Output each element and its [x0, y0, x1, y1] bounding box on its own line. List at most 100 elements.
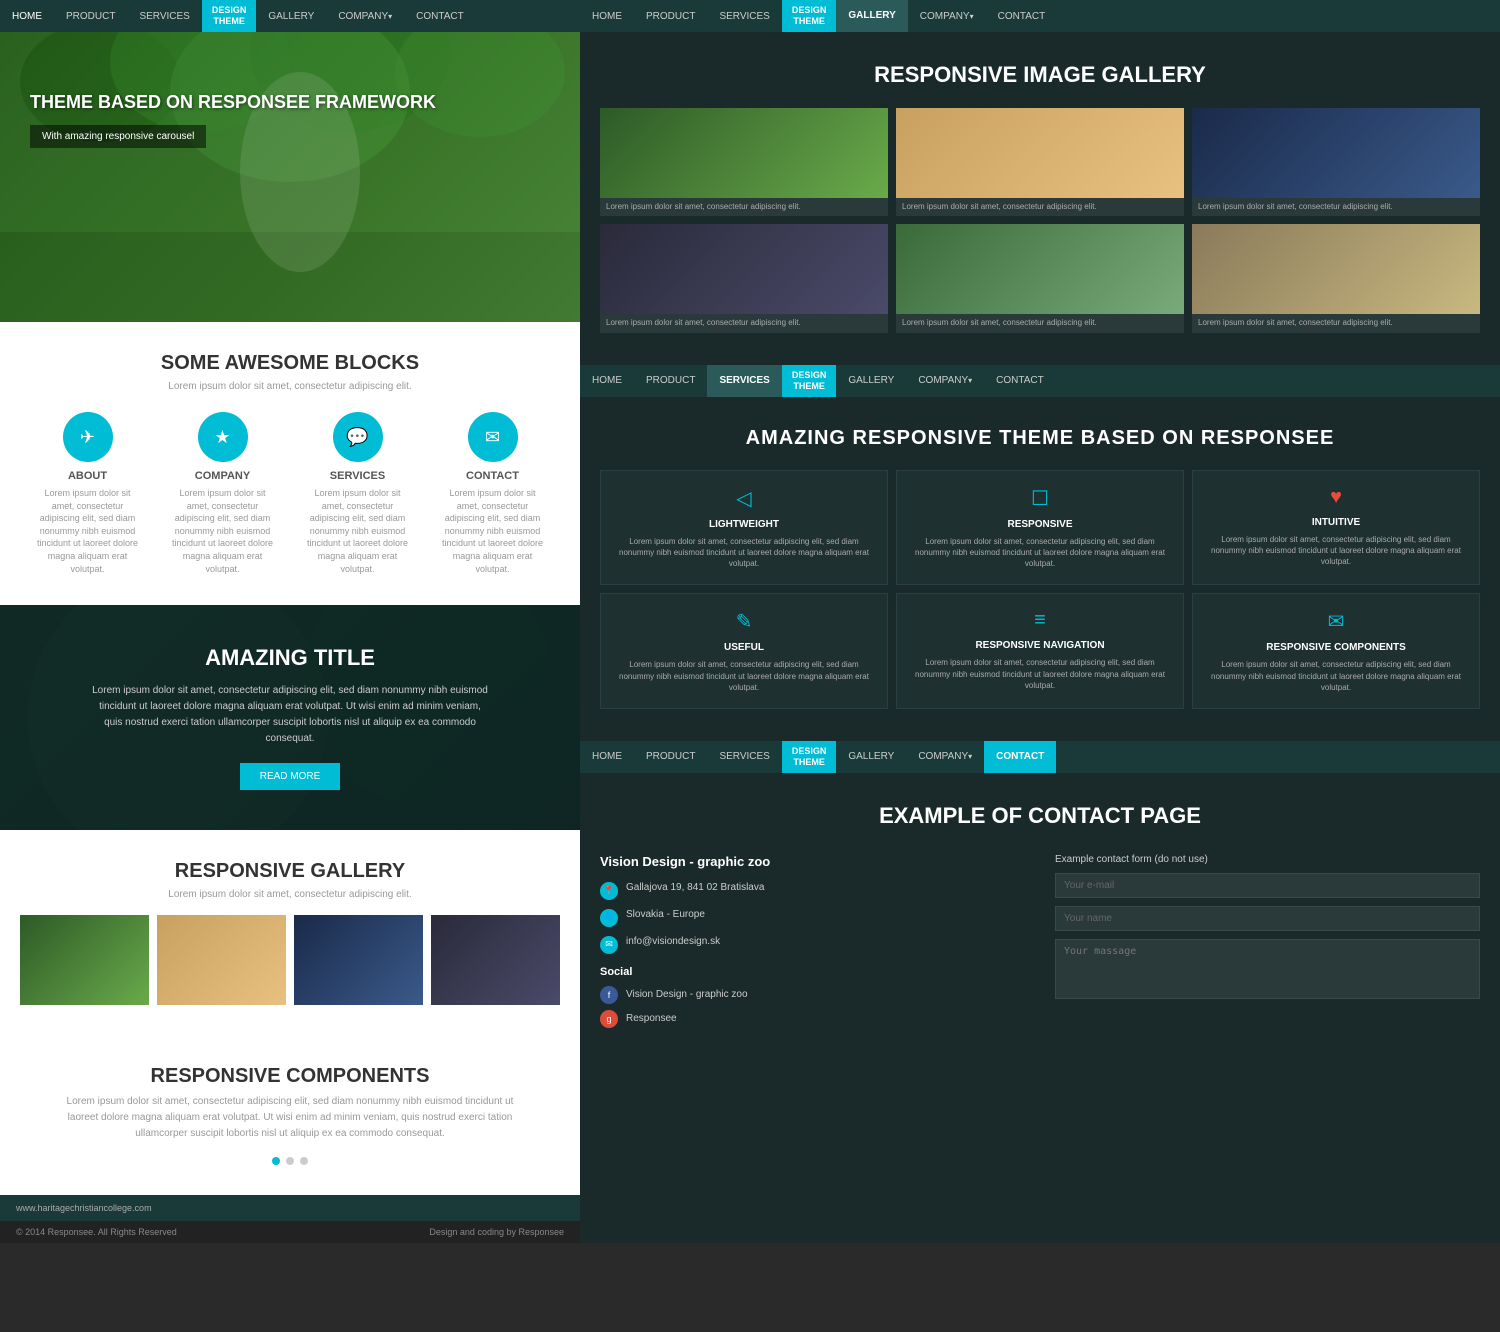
service-responsive: ☐ RESPONSIVE Lorem ipsum dolor sit amet,… — [896, 470, 1184, 586]
left-panel: HOME PRODUCT SERVICES DESIGNTHEME GALLER… — [0, 0, 580, 1243]
left-nav-services[interactable]: SERVICES — [127, 0, 201, 32]
gp-img-5 — [896, 224, 1184, 314]
left-nav-product[interactable]: PRODUCT — [54, 0, 127, 32]
left-nav-home[interactable]: HOME — [0, 0, 54, 32]
dark-text: Lorem ipsum dolor sit amet, consectetur … — [90, 683, 490, 747]
cp-nav-home[interactable]: HOME — [580, 741, 634, 773]
gp-cap-1: Lorem ipsum dolor sit amet, consectetur … — [600, 198, 888, 216]
intuitive-label: INTUITIVE — [1203, 517, 1469, 528]
form-label: Example contact form (do not use) — [1055, 854, 1480, 865]
gallery-thumb-1[interactable]: Lorem ipsum dolor sit amet, consectetur … — [20, 915, 149, 1005]
gallery-title: RESPONSIVE GALLERY — [20, 860, 560, 883]
contact-address: Gallajova 19, 841 02 Bratislava — [626, 881, 764, 895]
block-services: 💬 SERVICES Lorem ipsum dolor sit amet, c… — [303, 412, 413, 575]
blocks-title: SOME AWESOME BLOCKS — [20, 352, 560, 375]
gp-cap-2: Lorem ipsum dolor sit amet, consectetur … — [896, 198, 1184, 216]
comp-dot-2[interactable] — [286, 1157, 294, 1165]
useful-text: Lorem ipsum dolor sit amet, consectetur … — [611, 659, 877, 693]
hero-button[interactable]: With amazing responsive carousel — [30, 125, 206, 148]
gp-nav-contact[interactable]: CONTACT — [986, 0, 1058, 32]
comp-dot-1[interactable] — [272, 1157, 280, 1165]
cp-nav-services[interactable]: SERVICES — [707, 741, 781, 773]
left-nav-gallery[interactable]: GALLERY — [256, 0, 326, 32]
sp-nav-company[interactable]: COMPANY — [906, 365, 984, 397]
cp-nav-contact[interactable]: CONTACT — [984, 741, 1056, 773]
about-text: Lorem ipsum dolor sit amet, consectetur … — [33, 487, 143, 575]
contact-page-nav: HOME PRODUCT SERVICES DESIGNTHEME GALLER… — [580, 741, 1500, 773]
sp-nav-services[interactable]: SERVICES — [707, 365, 781, 397]
left-nav-contact[interactable]: CONTACT — [404, 0, 476, 32]
gp-item-2[interactable]: Lorem ipsum dolor sit amet, consectetur … — [896, 108, 1184, 216]
gp-cap-6: Lorem ipsum dolor sit amet, consectetur … — [1192, 314, 1480, 332]
gp-item-5[interactable]: Lorem ipsum dolor sit amet, consectetur … — [896, 224, 1184, 332]
block-contact: ✉ CONTACT Lorem ipsum dolor sit amet, co… — [438, 412, 548, 575]
contact-page-title: EXAMPLE OF CONTACT PAGE — [600, 803, 1480, 829]
contact-region-item: 🌐 Slovakia - Europe — [600, 908, 1025, 927]
responsive-text: Lorem ipsum dolor sit amet, consectetur … — [907, 536, 1173, 570]
gallery-page-grid: Lorem ipsum dolor sit amet, consectetur … — [600, 108, 1480, 333]
gp-nav-company[interactable]: COMPANY — [908, 0, 986, 32]
useful-label: USEFUL — [611, 642, 877, 653]
email-field[interactable] — [1055, 873, 1480, 898]
name-field[interactable] — [1055, 906, 1480, 931]
hero-content: THEME BASED ON RESPONSEE FRAMEWORK With … — [0, 32, 580, 208]
services-grid: ◁ LIGHTWEIGHT Lorem ipsum dolor sit amet… — [600, 470, 1480, 709]
gp-item-6[interactable]: Lorem ipsum dolor sit amet, consectetur … — [1192, 224, 1480, 332]
cp-nav-company[interactable]: COMPANY — [906, 741, 984, 773]
nav-icon: ≡ — [907, 609, 1173, 632]
intuitive-icon: ♥ — [1203, 486, 1469, 509]
gp-nav-home[interactable]: HOME — [580, 0, 634, 32]
dark-title: AMAZING TITLE — [30, 645, 550, 671]
right-panel: HOME PRODUCT SERVICES DESIGNTHEME GALLER… — [580, 0, 1500, 1243]
comp-text: Lorem ipsum dolor sit amet, consectetur … — [65, 1094, 515, 1142]
company-label: COMPANY — [168, 470, 278, 482]
nav-label: RESPONSIVE NAVIGATION — [907, 640, 1173, 651]
cp-nav-gallery[interactable]: GALLERY — [836, 741, 906, 773]
sp-nav-contact[interactable]: CONTACT — [984, 365, 1056, 397]
gp-nav-gallery[interactable]: GALLERY — [836, 0, 907, 32]
block-about: ✈ ABOUT Lorem ipsum dolor sit amet, cons… — [33, 412, 143, 575]
services-page: AMAZING RESPONSIVE THEME BASED ON RESPON… — [580, 397, 1500, 739]
region-icon: 🌐 — [600, 909, 618, 927]
nav-text: Lorem ipsum dolor sit amet, consectetur … — [907, 657, 1173, 691]
sp-nav-home[interactable]: HOME — [580, 365, 634, 397]
contact-email-item: ✉ info@visiondesign.sk — [600, 935, 1025, 954]
gp-item-1[interactable]: Lorem ipsum dolor sit amet, consectetur … — [600, 108, 888, 216]
gp-item-4[interactable]: Lorem ipsum dolor sit amet, consectetur … — [600, 224, 888, 332]
gp-img-2 — [896, 108, 1184, 198]
about-icon: ✈ — [63, 412, 113, 462]
gp-nav-design-theme[interactable]: DESIGNTHEME — [782, 0, 837, 32]
footer-copy: © 2014 Responsee. All Rights Reserved De… — [0, 1221, 580, 1243]
gallery-thumb-2[interactable]: Lorem ipsum dolor sit amet, consectetur … — [157, 915, 286, 1005]
google-icon: g — [600, 1010, 618, 1028]
about-label: ABOUT — [33, 470, 143, 482]
gallery-thumb-3[interactable]: Lorem ipsum dolor sit amet, consectetur … — [294, 915, 423, 1005]
gp-nav-services[interactable]: SERVICES — [707, 0, 781, 32]
comp-dot-3[interactable] — [300, 1157, 308, 1165]
gp-nav-product[interactable]: PRODUCT — [634, 0, 707, 32]
gp-cap-5: Lorem ipsum dolor sit amet, consectetur … — [896, 314, 1184, 332]
left-nav-design-theme[interactable]: DESIGNTHEME — [202, 0, 257, 32]
gp-item-3[interactable]: Lorem ipsum dolor sit amet, consectetur … — [1192, 108, 1480, 216]
sp-nav-design-theme[interactable]: DESIGNTHEME — [782, 365, 837, 397]
read-more-button[interactable]: READ MORE — [240, 763, 341, 790]
lightweight-icon: ◁ — [611, 486, 877, 511]
sp-nav-gallery[interactable]: GALLERY — [836, 365, 906, 397]
hero-section: THEME BASED ON RESPONSEE FRAMEWORK With … — [0, 32, 580, 322]
left-nav-company[interactable]: COMPANY — [326, 0, 404, 32]
message-field[interactable] — [1055, 939, 1480, 999]
sp-nav-product[interactable]: PRODUCT — [634, 365, 707, 397]
social-title: Social — [600, 966, 1025, 978]
service-nav: ≡ RESPONSIVE NAVIGATION Lorem ipsum dolo… — [896, 593, 1184, 709]
gallery-subtitle: Lorem ipsum dolor sit amet, consectetur … — [20, 889, 560, 900]
components-icon: ✉ — [1203, 609, 1469, 634]
cp-nav-product[interactable]: PRODUCT — [634, 741, 707, 773]
service-intuitive: ♥ INTUITIVE Lorem ipsum dolor sit amet, … — [1192, 470, 1480, 586]
services-text: Lorem ipsum dolor sit amet, consectetur … — [303, 487, 413, 575]
cp-nav-design-theme[interactable]: DESIGNTHEME — [782, 741, 837, 773]
gp-img-1 — [600, 108, 888, 198]
gallery-thumb-4[interactable]: Lorem ipsum dolor sit amet, consectetur … — [431, 915, 560, 1005]
hero-title: THEME BASED ON RESPONSEE FRAMEWORK — [30, 92, 550, 113]
gallery-section: RESPONSIVE GALLERY Lorem ipsum dolor sit… — [0, 830, 580, 1035]
gp-img-6 — [1192, 224, 1480, 314]
